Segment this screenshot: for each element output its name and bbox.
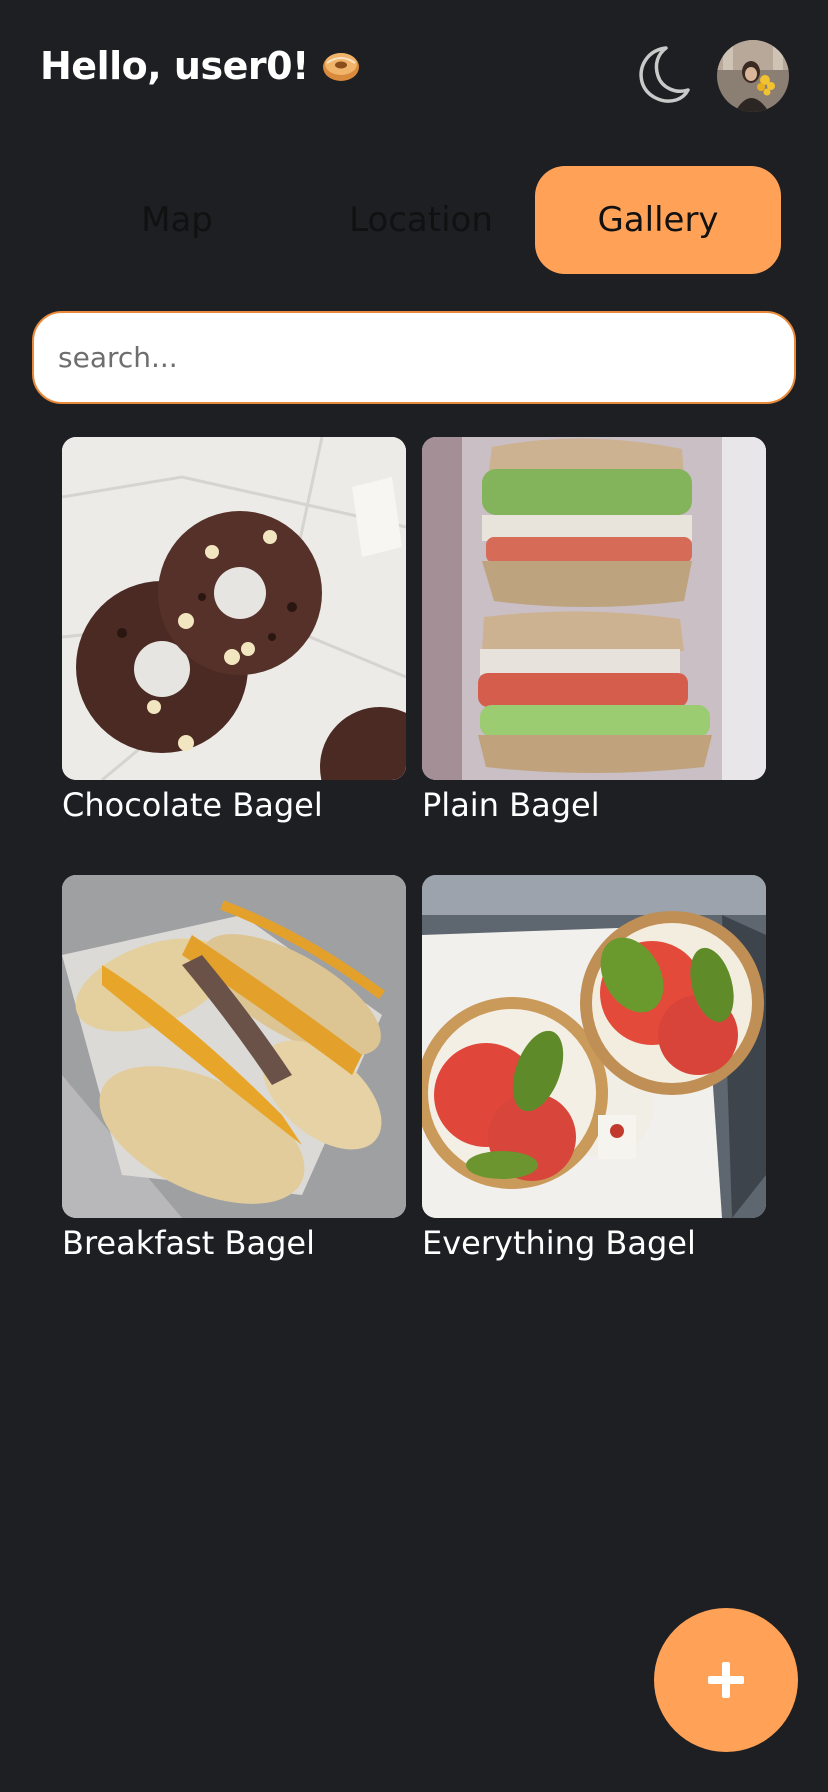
card-label: Breakfast Bagel: [62, 1224, 315, 1262]
tab-gallery[interactable]: Gallery: [535, 166, 781, 274]
tab-location[interactable]: Location: [298, 166, 544, 274]
tab-map[interactable]: Map: [54, 166, 300, 274]
user-avatar[interactable]: [717, 40, 789, 112]
card-label: Chocolate Bagel: [62, 786, 323, 824]
moon-icon[interactable]: [632, 42, 692, 106]
greeting-text: Hello, user0!: [40, 44, 309, 88]
tab-bar: Map Location Gallery: [54, 166, 781, 274]
breakfast-bagel-photo: [62, 875, 406, 1218]
chocolate-bagel-photo: [62, 437, 406, 780]
bagel-emoji-icon: [322, 53, 359, 81]
gallery-card-everything-bagel[interactable]: Everything Bagel: [422, 875, 766, 1262]
gallery-card-chocolate-bagel[interactable]: Chocolate Bagel: [62, 437, 406, 824]
tab-gallery-label: Gallery: [597, 200, 719, 240]
add-bagel-button[interactable]: [654, 1608, 798, 1752]
plain-bagel-photo: [422, 437, 766, 780]
plus-icon: [708, 1662, 744, 1698]
card-label: Plain Bagel: [422, 786, 600, 824]
card-label: Everything Bagel: [422, 1224, 696, 1262]
tab-location-label: Location: [349, 200, 493, 240]
gallery-screen: Hello, user0! Map Location Gallery searc…: [0, 0, 828, 1792]
avatar-photo: [717, 40, 789, 112]
greeting: Hello, user0!: [40, 44, 361, 88]
search-input[interactable]: [32, 311, 796, 404]
gallery-card-plain-bagel[interactable]: Plain Bagel: [422, 437, 766, 824]
everything-bagel-photo: [422, 875, 766, 1218]
tab-map-label: Map: [141, 200, 213, 240]
gallery-card-breakfast-bagel[interactable]: Breakfast Bagel: [62, 875, 406, 1262]
